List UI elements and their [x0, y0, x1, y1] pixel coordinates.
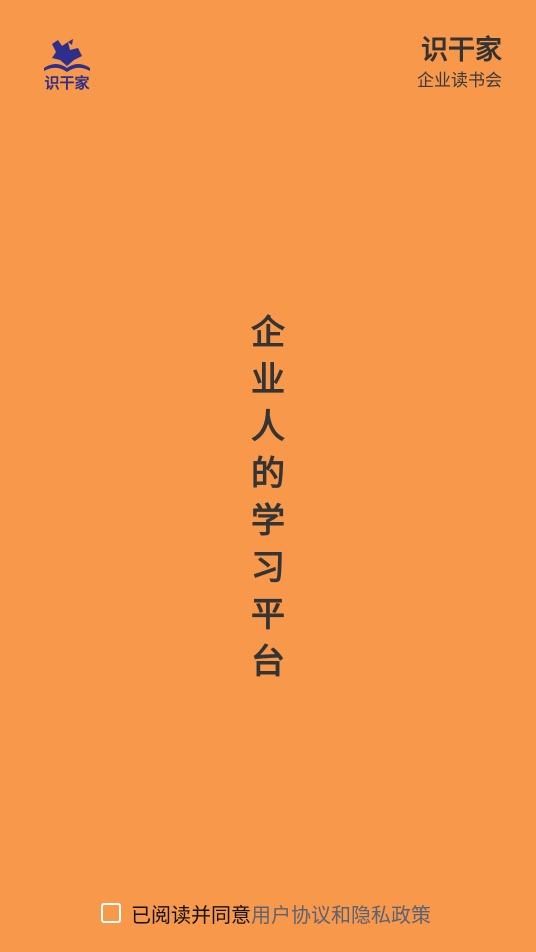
app-logo: 识干家: [40, 38, 94, 96]
slogan-vertical: 企业人的学习平台: [251, 313, 285, 682]
brand-subtitle: 企业读书会: [417, 71, 502, 91]
brand-name: 识干家: [421, 35, 502, 66]
brand-header: 识干家 企业读书会: [417, 34, 502, 94]
horse-book-icon: [44, 39, 90, 72]
agreement-prefix: 已阅读并同意: [131, 902, 251, 927]
logo-text: 识干家: [44, 74, 90, 92]
agreement-row[interactable]: 已阅读并同意 用户协议和隐私政策: [101, 899, 431, 927]
agreement-checkbox[interactable]: [101, 903, 121, 923]
agreement-link[interactable]: 用户协议和隐私政策: [251, 899, 431, 928]
